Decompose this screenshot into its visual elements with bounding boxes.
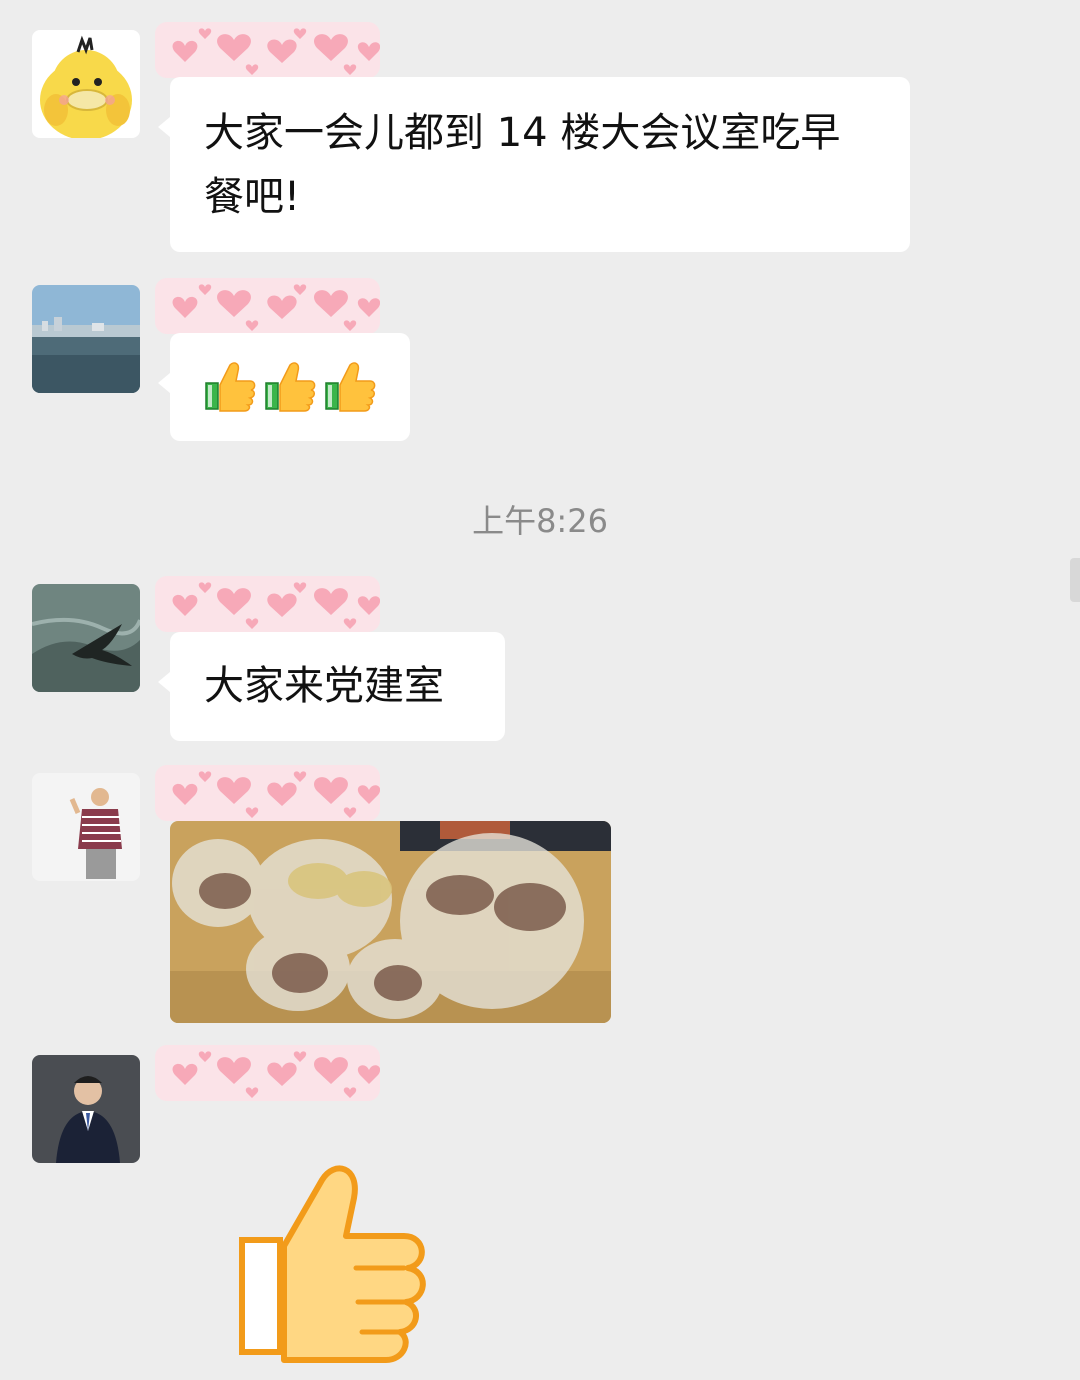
sender-name-mask (155, 278, 380, 334)
message-text: 大家来党建室 (204, 663, 444, 709)
message-text: 大家一会儿都到 14 楼大会议室吃早餐吧! (204, 110, 841, 220)
thumbs-up-icon (324, 359, 376, 413)
man-in-suit-avatar-icon[interactable] (32, 1055, 140, 1163)
sender-name-mask (155, 1045, 380, 1101)
thumbs-up-icon (204, 359, 256, 413)
man-striped-shirt-avatar-icon[interactable] (32, 773, 140, 881)
breakfast-bags-photo-icon[interactable] (170, 821, 611, 1023)
scrollbar-handle[interactable] (1070, 558, 1080, 602)
big-thumbs-up-icon[interactable] (236, 1160, 432, 1366)
duck-avatar-icon[interactable] (32, 30, 140, 138)
chat-window: 大家一会儿都到 14 楼大会议室吃早餐吧! 上午8:26 大家来党建室 (0, 0, 1080, 1380)
message-timestamp: 上午8:26 (472, 502, 608, 540)
sea-view-avatar-icon[interactable] (32, 285, 140, 393)
sender-name-mask (155, 576, 380, 632)
message-bubble[interactable]: 大家一会儿都到 14 楼大会议室吃早餐吧! (158, 77, 910, 252)
sender-name-mask (155, 22, 380, 78)
bird-avatar-icon[interactable] (32, 584, 140, 692)
sender-name-mask (155, 765, 380, 821)
message-bubble[interactable] (158, 333, 410, 441)
message-bubble[interactable]: 大家来党建室 (158, 632, 505, 741)
thumbs-up-icon (264, 359, 316, 413)
emoji-row (170, 333, 410, 439)
